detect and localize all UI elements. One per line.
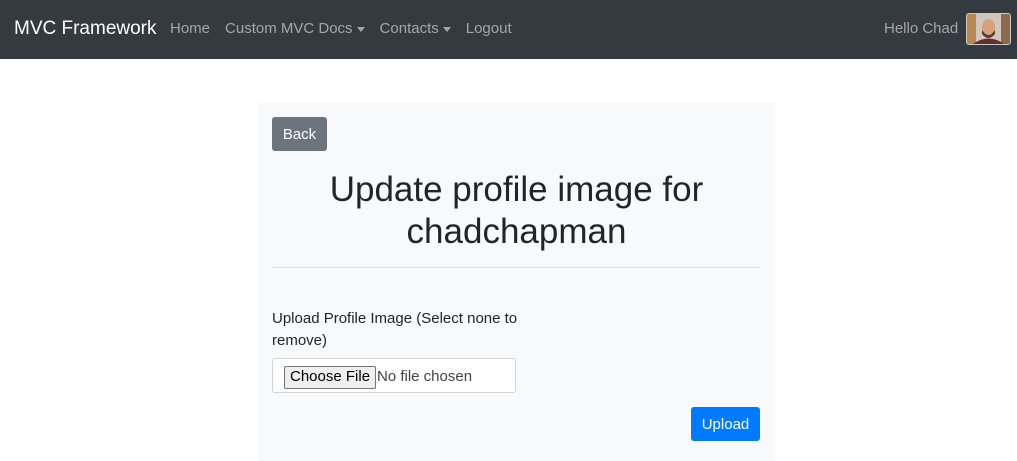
caret-down-icon: [442, 26, 451, 32]
navbar-brand[interactable]: MVC Framework: [14, 17, 157, 41]
top-navbar: MVC Framework Home Custom MVC Docs Conta…: [0, 0, 1017, 59]
nav-link-home[interactable]: Home: [170, 19, 210, 39]
page-title: Update profile image for chadchapman: [329, 170, 704, 251]
upload-profile-image-label: Upload Profile Image (Select none to rem…: [272, 310, 518, 349]
nav-link-logout[interactable]: Logout: [466, 19, 512, 39]
nav-link-custom-mvc-docs-label: Custom MVC Docs: [225, 20, 353, 37]
nav-link-logout-label: Logout: [465, 20, 512, 37]
avatar[interactable]: [966, 13, 1011, 45]
profile-image-file-input[interactable]: Choose File No file chosen: [272, 358, 516, 393]
file-status-text: No file chosen: [377, 368, 473, 385]
profile-image-card: Back Update profile image for chadchapma…: [258, 103, 775, 461]
choose-file-button[interactable]: Choose File: [284, 366, 377, 389]
back-button[interactable]: Back: [272, 117, 327, 151]
nav-links: Home Custom MVC Docs Contacts Logout: [170, 19, 527, 39]
nav-link-contacts-label: Contacts: [379, 20, 439, 37]
upload-button[interactable]: Upload: [691, 407, 760, 441]
nav-link-home-label: Home: [170, 20, 211, 37]
nav-link-custom-mvc-docs[interactable]: Custom MVC Docs: [225, 19, 365, 39]
divider: [272, 267, 760, 268]
user-greeting: Hello Chad: [884, 20, 959, 37]
avatar-photo-icon: [967, 14, 1010, 44]
nav-link-contacts[interactable]: Contacts: [380, 19, 451, 39]
caret-down-icon: [356, 26, 365, 32]
